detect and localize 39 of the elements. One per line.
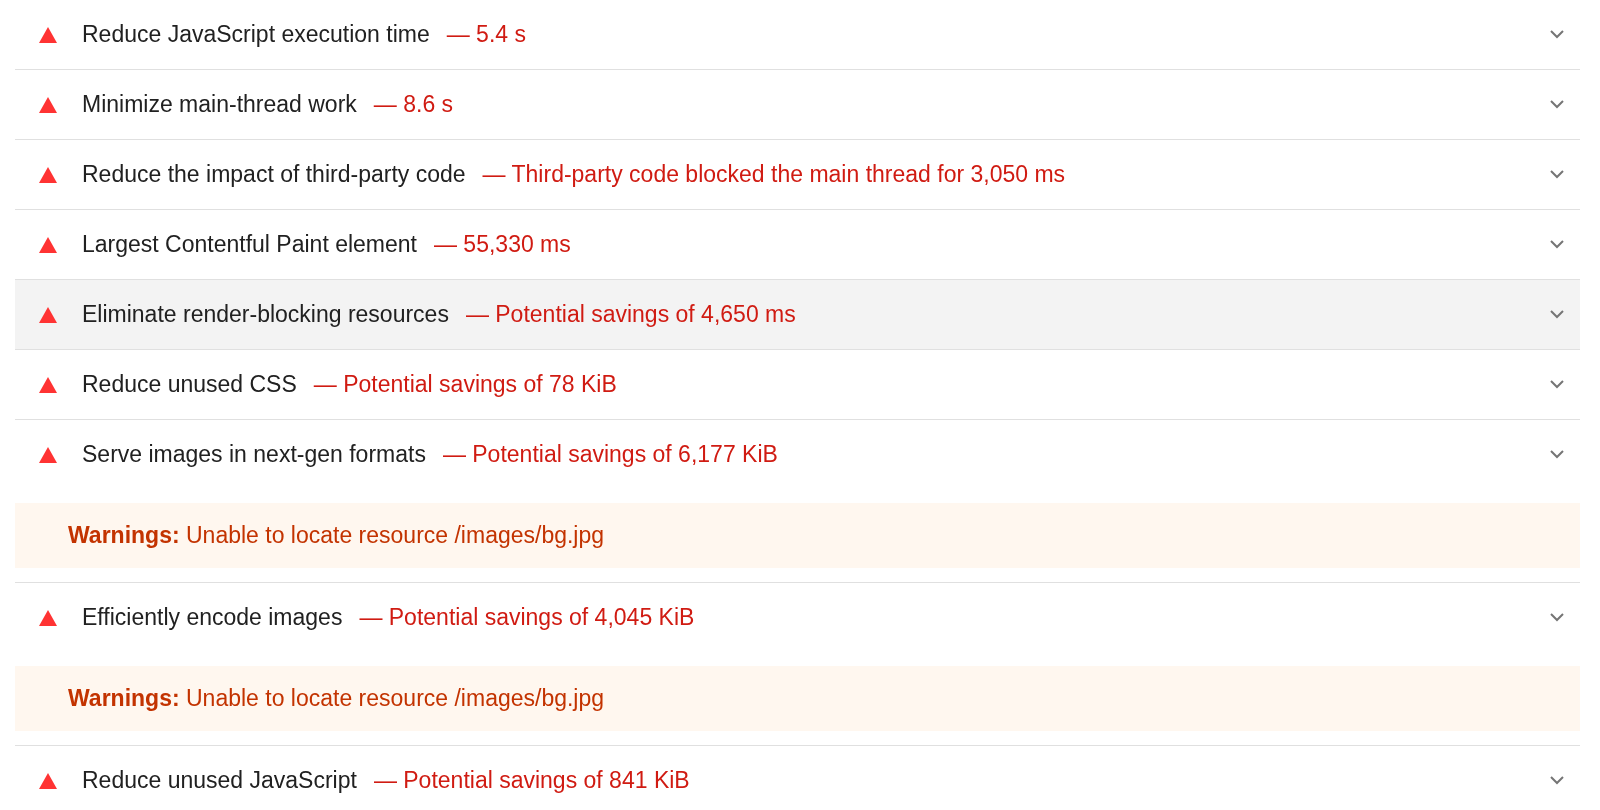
audit-value: — Third-party code blocked the main thread for 3,050 ms [482, 160, 1066, 190]
audit-title: Minimize main-thread work [82, 90, 357, 120]
audit-title: Reduce the impact of third-party code [82, 160, 466, 190]
chevron-down-icon[interactable] [1550, 380, 1564, 389]
chevron-down-icon[interactable] [1550, 30, 1564, 39]
audit-value: — 8.6 s [373, 90, 454, 120]
chevron-down-icon[interactable] [1550, 310, 1564, 319]
audit-title: Reduce unused CSS [82, 370, 297, 400]
audit-title: Serve images in next-gen formats [82, 440, 426, 470]
chevron-down-icon[interactable] [1550, 170, 1564, 179]
audit-row[interactable]: Eliminate render-blocking resources — Potential savings of 4,650 ms [15, 280, 1580, 349]
warning-message: Warnings: Unable to locate resource /images/bg.jpg [68, 521, 605, 551]
audit-value: — 55,330 ms [434, 230, 571, 260]
chevron-down-icon[interactable] [1550, 776, 1564, 785]
warning-message: Warnings: Unable to locate resource /images/bg.jpg [68, 684, 605, 714]
warning-triangle-icon [39, 96, 57, 113]
chevron-down-icon[interactable] [1550, 240, 1564, 249]
warning-triangle-icon [39, 236, 57, 253]
audit-value: — Potential savings of 78 KiB [313, 370, 617, 400]
audit-title: Efficiently encode images [82, 603, 343, 633]
warning-triangle-icon [39, 166, 57, 183]
warning-triangle-icon [39, 306, 57, 323]
warning-triangle-icon [39, 26, 57, 43]
audit-value: — Potential savings of 4,045 KiB [359, 603, 695, 633]
audit-value: — 5.4 s [446, 20, 526, 50]
audit-title: Reduce JavaScript execution time [82, 20, 430, 50]
chevron-down-icon[interactable] [1550, 613, 1564, 622]
chevron-down-icon[interactable] [1550, 100, 1564, 109]
audit-title: Eliminate render-blocking resources [82, 300, 449, 330]
audit-title: Largest Contentful Paint element [82, 230, 417, 260]
audit-value: — Potential savings of 841 KiB [373, 766, 690, 796]
warning-triangle-icon [39, 376, 57, 393]
chevron-down-icon[interactable] [1550, 450, 1564, 459]
audit-title: Reduce unused JavaScript [82, 766, 357, 796]
warning-triangle-icon [39, 772, 57, 789]
warning-triangle-icon [39, 609, 57, 626]
warning-triangle-icon [39, 446, 57, 463]
audit-value: — Potential savings of 4,650 ms [465, 300, 796, 330]
audit-value: — Potential savings of 6,177 KiB [442, 440, 778, 470]
